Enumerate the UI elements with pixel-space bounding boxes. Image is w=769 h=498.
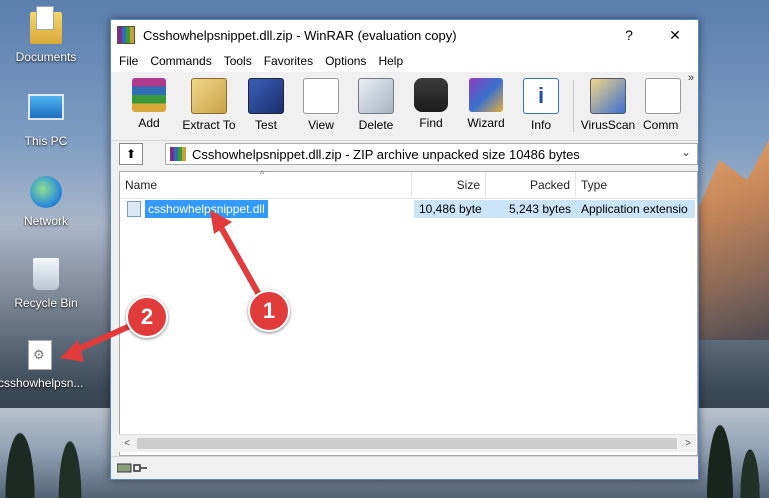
virusscan-label: VirusScan (580, 118, 636, 132)
drive-key-icon[interactable] (117, 462, 147, 474)
address-bar: ⬆ Csshowhelpsnippet.dll.zip - ZIP archiv… (111, 142, 698, 168)
zip-archive-icon (170, 147, 186, 161)
cell-packed: 5,243 bytes (486, 200, 576, 218)
file-list-header: ^ Name Size Packed Type (120, 169, 697, 199)
view-button[interactable]: View (294, 78, 348, 132)
delete-button[interactable]: Delete (349, 78, 403, 132)
cell-name: csshowhelpsnippet.dll (122, 200, 414, 218)
menu-favorites[interactable]: Favorites (258, 54, 319, 68)
find-button[interactable]: Find (404, 78, 458, 130)
delete-icon (358, 78, 394, 114)
find-label: Find (419, 116, 443, 130)
menu-bar: File Commands Tools Favorites Options He… (111, 50, 698, 72)
column-header-packed[interactable]: Packed (486, 172, 576, 198)
binoculars-icon (414, 78, 448, 112)
column-header-size[interactable]: Size (412, 172, 486, 198)
close-button[interactable]: ✕ (654, 20, 696, 50)
comment-button[interactable]: Comm (639, 78, 685, 132)
info-button[interactable]: i Info (514, 78, 568, 132)
wizard-icon (469, 78, 503, 112)
address-text: Csshowhelpsnippet.dll.zip - ZIP archive … (192, 146, 580, 162)
info-icon: i (523, 78, 559, 114)
title-bar[interactable]: Csshowhelpsnippet.dll.zip - WinRAR (eval… (111, 20, 698, 50)
toolbar-separator (573, 80, 574, 132)
cell-type: Application extensio (576, 200, 695, 218)
cell-size: 10,486 byte (414, 200, 486, 218)
comment-icon (645, 78, 681, 114)
file-list[interactable]: ^ Name Size Packed Type csshowhelpsnippe… (119, 169, 698, 456)
toolbar-overflow-button[interactable]: » (688, 72, 694, 84)
help-button[interactable]: ? (608, 20, 650, 50)
scroll-right-button[interactable]: > (680, 435, 696, 452)
annotation-badge-2: 2 (126, 296, 168, 338)
desktop-icon-label: This PC (24, 134, 68, 148)
file-name: csshowhelpsnippet.dll (145, 200, 268, 218)
info-label: Info (530, 118, 551, 132)
winrar-app-icon (117, 26, 135, 44)
menu-help[interactable]: Help (372, 54, 409, 68)
menu-options[interactable]: Options (319, 54, 372, 68)
dll-file-icon (127, 201, 141, 217)
extract-to-button[interactable]: Extract To (179, 78, 239, 132)
wizard-button[interactable]: Wizard (459, 78, 513, 130)
desktop-icon-recycle-bin[interactable]: Recycle Bin (4, 258, 88, 310)
test-icon (248, 78, 284, 114)
scroll-left-button[interactable]: < (119, 435, 135, 452)
comment-label: Comm (643, 118, 679, 132)
add-button[interactable]: Add (122, 78, 176, 130)
menu-commands[interactable]: Commands (144, 54, 217, 68)
address-combobox[interactable]: Csshowhelpsnippet.dll.zip - ZIP archive … (165, 143, 698, 165)
desktop-icon-network[interactable]: Network (4, 176, 88, 228)
test-button[interactable]: Test (239, 78, 293, 132)
status-bar (111, 456, 698, 479)
delete-label: Delete (358, 118, 394, 132)
desktop-icon-label: Network (23, 214, 68, 228)
desktop-icon-dll-file[interactable]: csshowhelpsn... (0, 340, 84, 390)
column-header-name[interactable]: Name (120, 172, 412, 198)
virus-scan-icon (590, 78, 626, 114)
folder-icon (30, 6, 62, 44)
annotation-badge-1: 1 (248, 290, 290, 332)
wizard-label: Wizard (467, 116, 505, 130)
desktop-icon-label: Documents (15, 50, 77, 64)
desktop-icon-label: csshowhelpsn... (0, 376, 84, 390)
add-books-icon (132, 78, 166, 112)
chevron-down-icon[interactable]: ⌄ (681, 145, 691, 159)
add-label: Add (138, 116, 160, 130)
winrar-window: Csshowhelpsnippet.dll.zip - WinRAR (eval… (110, 19, 699, 480)
menu-tools[interactable]: Tools (218, 54, 258, 68)
dll-file-icon (28, 340, 52, 370)
computer-icon (28, 94, 64, 120)
extract-to-label: Extract To (182, 118, 236, 132)
test-label: Test (254, 118, 277, 132)
up-folder-button[interactable]: ⬆ (119, 143, 143, 165)
table-row[interactable]: csshowhelpsnippet.dll 10,486 byte 5,243 … (122, 200, 695, 218)
desktop-icon-this-pc[interactable]: This PC (4, 94, 88, 148)
horizontal-scrollbar[interactable]: < > (119, 434, 696, 452)
column-header-type[interactable]: Type (576, 172, 697, 198)
virusscan-button[interactable]: VirusScan (578, 78, 638, 132)
extract-to-icon (191, 78, 227, 114)
view-label: View (308, 118, 334, 132)
desktop-icon-documents[interactable]: Documents (4, 6, 88, 64)
menu-file[interactable]: File (113, 54, 144, 68)
desktop-icon-label: Recycle Bin (14, 296, 78, 310)
recycle-bin-icon (33, 258, 59, 290)
sort-arrow-icon: ^ (260, 169, 265, 179)
view-glasses-icon (303, 78, 339, 114)
window-title: Csshowhelpsnippet.dll.zip - WinRAR (eval… (143, 27, 457, 43)
network-icon (30, 176, 62, 208)
scrollbar-thumb[interactable] (137, 438, 677, 449)
toolbar: Add Extract To Test View Delete Find Wiz… (111, 72, 698, 141)
